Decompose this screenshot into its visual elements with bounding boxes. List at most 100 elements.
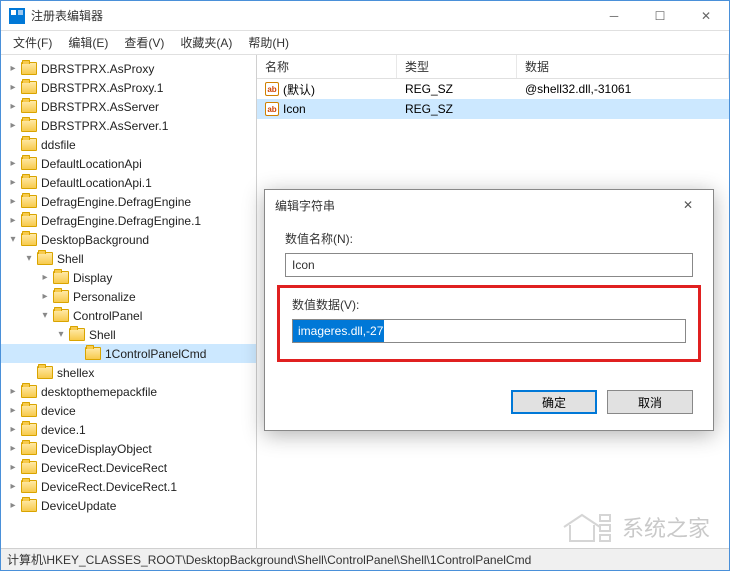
highlight-frame: 数值数据(V): imageres.dll,-27 — [277, 285, 701, 362]
expander-icon[interactable]: ▾ — [23, 253, 35, 264]
tree-item[interactable]: shellex — [1, 363, 256, 382]
ok-button[interactable]: 确定 — [511, 390, 597, 414]
tree-item[interactable]: ▸desktopthemepackfile — [1, 382, 256, 401]
tree-label: DefragEngine.DefragEngine.1 — [41, 214, 201, 228]
close-button[interactable]: ✕ — [683, 1, 729, 31]
tree-item[interactable]: ▾ DesktopBackground — [1, 230, 256, 249]
expander-icon[interactable]: ▸ — [7, 63, 19, 74]
maximize-button[interactable]: ☐ — [637, 1, 683, 31]
value-name: (默认) — [283, 81, 315, 98]
menu-favorites[interactable]: 收藏夹(A) — [172, 32, 240, 53]
tree-label: DefragEngine.DefragEngine — [41, 195, 191, 209]
list-row[interactable]: ab(默认)REG_SZ@shell32.dll,-31061 — [257, 79, 729, 99]
menu-view[interactable]: 查看(V) — [116, 32, 172, 53]
tree-item[interactable]: ▸DBRSTPRX.AsProxy — [1, 59, 256, 78]
list-row[interactable]: abIconREG_SZ — [257, 99, 729, 119]
expander-icon[interactable]: ▸ — [7, 424, 19, 435]
expander-icon[interactable]: ▸ — [7, 196, 19, 207]
folder-icon — [21, 195, 37, 208]
list-header: 名称 类型 数据 — [257, 55, 729, 79]
tree-label: 1ControlPanelCmd — [105, 347, 206, 361]
tree-label: device.1 — [41, 423, 86, 437]
folder-icon — [21, 176, 37, 189]
expander-icon[interactable]: ▾ — [39, 310, 51, 321]
expander-icon[interactable]: ▸ — [7, 443, 19, 454]
menu-help[interactable]: 帮助(H) — [240, 32, 297, 53]
tree-item[interactable]: ddsfile — [1, 135, 256, 154]
folder-icon — [37, 252, 53, 265]
tree-item[interactable]: ▾ Shell — [1, 249, 256, 268]
folder-icon — [85, 347, 101, 360]
value-name-input[interactable] — [285, 253, 693, 277]
folder-icon — [21, 138, 37, 151]
tree-label: DBRSTPRX.AsServer.1 — [41, 119, 168, 133]
expander-icon[interactable]: ▾ — [7, 234, 19, 245]
status-path: 计算机\HKEY_CLASSES_ROOT\DesktopBackground\… — [7, 551, 531, 568]
tree-pane[interactable]: ▸DBRSTPRX.AsProxy▸DBRSTPRX.AsProxy.1▸DBR… — [1, 55, 257, 548]
tree-item[interactable]: 1ControlPanelCmd — [1, 344, 256, 363]
dialog-titlebar[interactable]: 编辑字符串 ✕ — [265, 190, 713, 220]
expander-icon[interactable]: ▾ — [55, 329, 67, 340]
tree-label: DefaultLocationApi.1 — [41, 176, 152, 190]
tree-item[interactable]: ▾Shell — [1, 325, 256, 344]
col-name[interactable]: 名称 — [257, 55, 397, 78]
minimize-button[interactable]: ─ — [591, 1, 637, 31]
tree-item[interactable]: ▸ DBRSTPRX.AsProxy.1 — [1, 78, 256, 97]
tree-item[interactable]: ▸ DefragEngine.DefragEngine.1 — [1, 211, 256, 230]
dialog-close-button[interactable]: ✕ — [673, 198, 703, 212]
col-data[interactable]: 数据 — [517, 55, 729, 78]
tree-item[interactable]: ▸DeviceRect.DeviceRect.1 — [1, 477, 256, 496]
tree-item[interactable]: ▾ ControlPanel — [1, 306, 256, 325]
tree-item[interactable]: ▸ Personalize — [1, 287, 256, 306]
tree-item[interactable]: ▸DefaultLocationApi — [1, 154, 256, 173]
titlebar[interactable]: 注册表编辑器 ─ ☐ ✕ — [1, 1, 729, 31]
folder-icon — [53, 271, 69, 284]
tree-label: ControlPanel — [73, 309, 142, 323]
menu-file[interactable]: 文件(F) — [5, 32, 60, 53]
expander-icon[interactable]: ▸ — [39, 291, 51, 302]
value-name: Icon — [283, 102, 306, 116]
tree-item[interactable]: ▸ device.1 — [1, 420, 256, 439]
cancel-button[interactable]: 取消 — [607, 390, 693, 414]
folder-icon — [21, 480, 37, 493]
expander-icon[interactable]: ▸ — [39, 272, 51, 283]
tree-item[interactable]: ▸Display — [1, 268, 256, 287]
expander-icon[interactable]: ▸ — [7, 101, 19, 112]
folder-icon — [53, 290, 69, 303]
tree-label: Personalize — [73, 290, 136, 304]
folder-icon — [37, 366, 53, 379]
expander-icon[interactable]: ▸ — [7, 215, 19, 226]
expander-icon[interactable]: ▸ — [7, 177, 19, 188]
tree-label: Shell — [57, 252, 84, 266]
tree-item[interactable]: ▸ DeviceUpdate — [1, 496, 256, 515]
statusbar: 计算机\HKEY_CLASSES_ROOT\DesktopBackground\… — [1, 548, 729, 570]
tree-label: DeviceUpdate — [41, 499, 116, 513]
folder-icon — [21, 81, 37, 94]
expander-icon[interactable]: ▸ — [7, 120, 19, 131]
expander-icon[interactable]: ▸ — [7, 405, 19, 416]
edit-string-dialog: 编辑字符串 ✕ 数值名称(N): 数值数据(V): imageres.dll,-… — [264, 189, 714, 431]
tree-label: device — [41, 404, 76, 418]
expander-icon[interactable]: ▸ — [7, 82, 19, 93]
value-data-selection: imageres.dll,-27 — [293, 320, 384, 342]
expander-icon[interactable]: ▸ — [7, 386, 19, 397]
folder-icon — [21, 157, 37, 170]
tree-item[interactable]: ▸ DBRSTPRX.AsServer.1 — [1, 116, 256, 135]
expander-icon[interactable]: ▸ — [7, 462, 19, 473]
col-type[interactable]: 类型 — [397, 55, 517, 78]
tree-item[interactable]: ▸DeviceRect.DeviceRect — [1, 458, 256, 477]
tree-label: DBRSTPRX.AsProxy.1 — [41, 81, 163, 95]
tree-item[interactable]: ▸ device — [1, 401, 256, 420]
expander-icon[interactable]: ▸ — [7, 481, 19, 492]
expander-icon[interactable]: ▸ — [7, 158, 19, 169]
expander-icon[interactable]: ▸ — [7, 500, 19, 511]
tree-item[interactable]: ▸DeviceDisplayObject — [1, 439, 256, 458]
tree-item[interactable]: ▸ DefragEngine.DefragEngine — [1, 192, 256, 211]
tree-label: DBRSTPRX.AsServer — [41, 100, 159, 114]
tree-item[interactable]: ▸ DBRSTPRX.AsServer — [1, 97, 256, 116]
reg-string-icon: ab — [265, 102, 279, 116]
app-icon — [9, 8, 25, 24]
tree-label: DesktopBackground — [41, 233, 149, 247]
tree-item[interactable]: ▸ DefaultLocationApi.1 — [1, 173, 256, 192]
menu-edit[interactable]: 编辑(E) — [60, 32, 116, 53]
